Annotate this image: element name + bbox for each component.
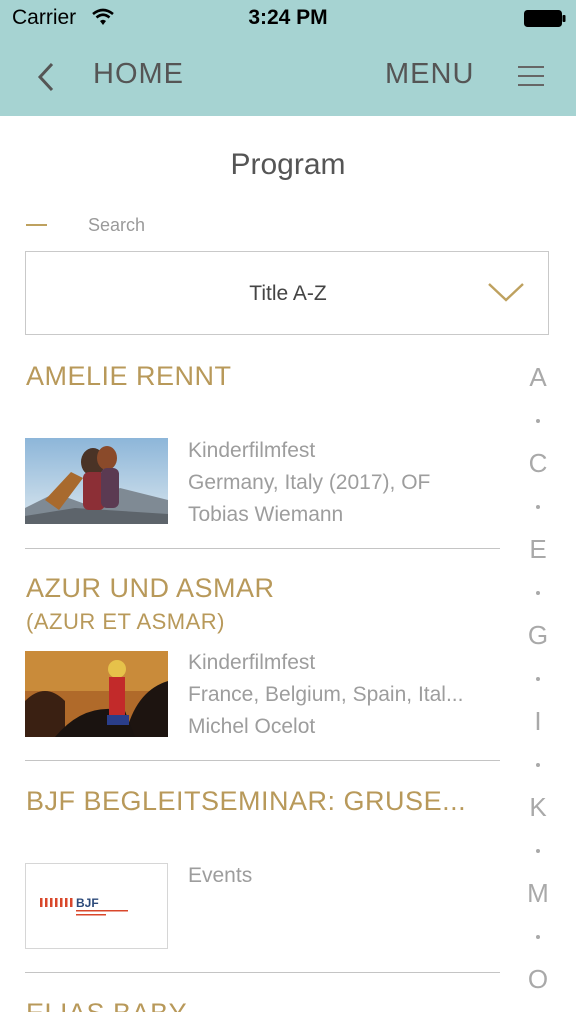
program-category: Events: [188, 864, 253, 887]
index-dot: [536, 419, 540, 423]
program-country-year: France, Belgium, Spain, Ital...: [188, 683, 464, 706]
index-letter-c[interactable]: C: [520, 448, 556, 479]
index-dot: [536, 935, 540, 939]
program-thumbnail[interactable]: [25, 438, 168, 524]
index-dot: [536, 505, 540, 509]
index-dot: [536, 591, 540, 595]
sort-dropdown[interactable]: Title A-Z: [25, 251, 549, 335]
program-category: Kinderfilmfest: [188, 439, 316, 462]
clip-container: ELIAS BABY: [0, 988, 520, 1012]
top-bar: Carrier 3:24 PM HOME MENU: [0, 0, 576, 116]
bjf-logo: BJF: [40, 896, 128, 916]
logo-text: BJF: [76, 896, 99, 910]
index-letter-k[interactable]: K: [520, 792, 556, 823]
film-still-image: [25, 438, 168, 524]
divider: [25, 548, 500, 549]
program-item-title[interactable]: AMELIE RENNT: [26, 361, 232, 392]
divider: [25, 760, 500, 761]
status-bar: Carrier 3:24 PM: [0, 0, 576, 38]
index-letter-a[interactable]: A: [520, 362, 556, 393]
program-director: Michel Ocelot: [188, 715, 316, 738]
search-dash-decoration: [26, 224, 47, 226]
index-dot: [536, 849, 540, 853]
index-letter-g[interactable]: G: [520, 620, 556, 651]
film-still-image: [25, 651, 168, 737]
page-title: Program: [230, 148, 346, 181]
divider: [25, 972, 500, 973]
menu-button[interactable]: MENU: [385, 58, 474, 91]
program-item-title[interactable]: AZUR UND ASMAR: [26, 573, 275, 604]
sort-selected-value: Title A-Z: [249, 282, 327, 305]
hamburger-icon[interactable]: [516, 62, 548, 90]
program-item-title[interactable]: ELIAS BABY: [26, 998, 187, 1012]
program-director: Tobias Wiemann: [188, 503, 344, 526]
program-country-year: Germany, Italy (2017), OF: [188, 471, 431, 494]
program-thumbnail[interactable]: [25, 651, 168, 737]
chevron-left-icon[interactable]: [30, 58, 64, 96]
chevron-down-icon: [488, 283, 524, 302]
index-dot: [536, 763, 540, 767]
index-letter-o[interactable]: O: [520, 964, 556, 995]
program-thumbnail[interactable]: BJF: [25, 863, 168, 949]
program-category: Kinderfilmfest: [188, 651, 316, 674]
clock: 3:24 PM: [248, 6, 328, 29]
search-input[interactable]: Search: [88, 215, 145, 236]
program-item-title[interactable]: BJF BEGLEITSEMINAR: GRUSE...: [26, 786, 466, 817]
index-letter-m[interactable]: M: [520, 878, 556, 909]
index-letter-i[interactable]: I: [520, 706, 556, 737]
index-letter-e[interactable]: E: [520, 534, 556, 565]
home-button[interactable]: HOME: [93, 58, 184, 91]
index-dot: [536, 677, 540, 681]
battery-icon: [524, 10, 566, 27]
program-item-subtitle: (AZUR ET ASMAR): [26, 609, 226, 634]
